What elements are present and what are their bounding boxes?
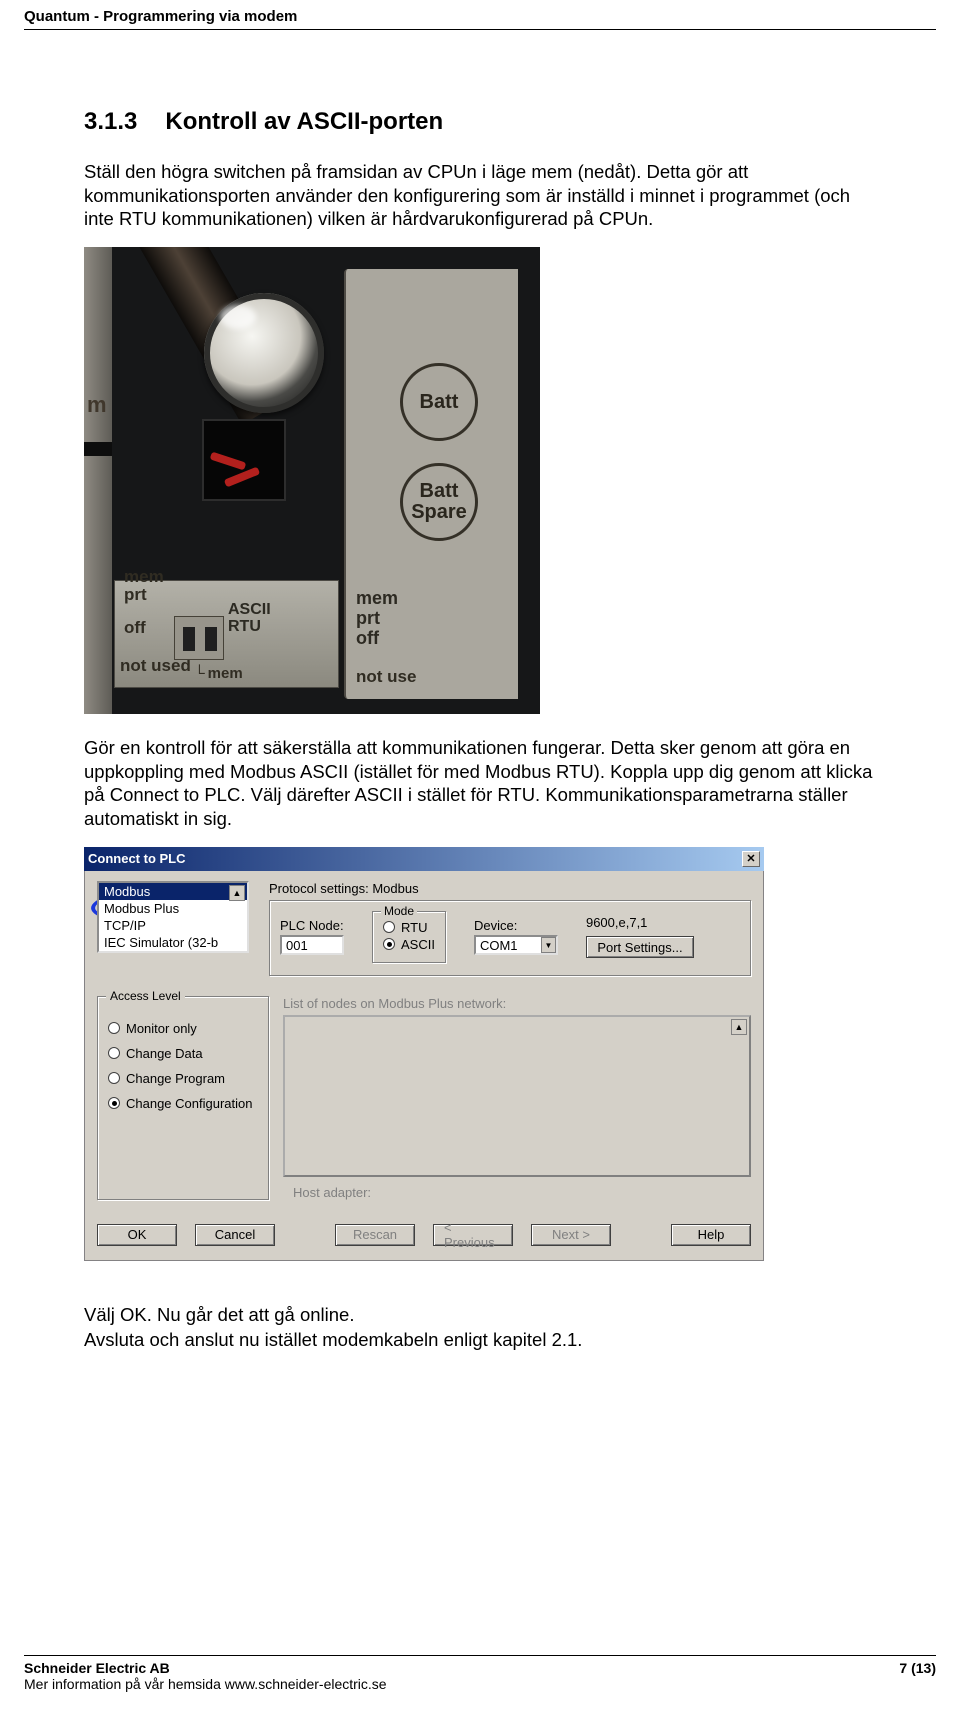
radio-icon — [108, 1097, 120, 1109]
label-mem-prt: mem prt — [124, 568, 164, 604]
paragraph-3a: Välj OK. Nu går det att gå online. — [84, 1303, 876, 1327]
label-rtu: RTU — [228, 618, 261, 635]
page-footer: Schneider Electric AB Mer information på… — [24, 1655, 936, 1692]
rescan-button[interactable]: Rescan — [335, 1224, 415, 1246]
batt2-line2: Spare — [411, 501, 467, 523]
protocol-option-modbus-plus[interactable]: Modbus Plus — [99, 900, 247, 917]
chevron-down-icon: ▼ — [541, 937, 556, 953]
nodes-list-label: List of nodes on Modbus Plus network: — [283, 996, 751, 1011]
radio-icon — [108, 1047, 120, 1059]
mode-rtu-label: RTU — [401, 920, 427, 935]
label-off: off — [124, 618, 146, 638]
device-combo[interactable]: COM1 ▼ — [474, 935, 558, 955]
access-monitor-label: Monitor only — [126, 1021, 197, 1036]
next-button[interactable]: Next > — [531, 1224, 611, 1246]
access-level-legend: Access Level — [106, 989, 185, 1003]
batt-label-circle: Batt — [400, 363, 478, 441]
paragraph-1: Ställ den högra switchen på framsidan av… — [84, 160, 876, 231]
dialog-body: ▲ Modbus Modbus Plus TCP/IP IEC Simulato… — [84, 871, 764, 1261]
photo-edge-gap — [84, 442, 112, 456]
photo-edge-letter: m — [87, 392, 107, 418]
memprt-2: prt — [124, 585, 147, 604]
right-panel: Batt BattSpare mem prt off not use — [344, 269, 518, 699]
ok-button[interactable]: OK — [97, 1224, 177, 1246]
hardware-photo: m Batt BattSpare mem prt off not use mem… — [84, 247, 540, 714]
ascii-rtu-labels: ASCII RTU — [228, 601, 271, 636]
access-change-data-radio[interactable]: Change Data — [108, 1046, 258, 1061]
host-adapter-label: Host adapter: — [293, 1185, 751, 1200]
protocol-listbox[interactable]: ▲ Modbus Modbus Plus TCP/IP IEC Simulato… — [97, 881, 249, 953]
gauge-reflection — [220, 305, 256, 329]
protocol-settings-group: PLC Node: 001 Mode RTU ASCII Device: — [269, 900, 751, 976]
right-label-off: off — [356, 628, 379, 648]
baud-text: 9600,e,7,1 — [586, 915, 647, 930]
radio-icon — [383, 938, 395, 950]
mode-ascii-radio[interactable]: ASCII — [383, 937, 435, 952]
mode-group: Mode RTU ASCII — [372, 911, 446, 963]
memprt-1: mem — [124, 567, 164, 586]
access-level-group: Access Level Monitor only Change Data Ch… — [97, 996, 269, 1200]
protocol-option-tcpip[interactable]: TCP/IP — [99, 917, 247, 934]
footer-more-info: Mer information på vår hemsida www.schne… — [24, 1676, 387, 1692]
section-heading: 3.1.3 Kontroll av ASCII-porten — [84, 108, 876, 136]
scroll-up-icon[interactable]: ▲ — [731, 1019, 747, 1035]
right-not-use-label: not use — [356, 667, 416, 687]
right-label-prt: prt — [356, 608, 380, 628]
access-chg-prog-label: Change Program — [126, 1071, 225, 1086]
section-title: Kontroll av ASCII-porten — [165, 108, 443, 136]
right-switch-labels: mem prt off — [356, 589, 398, 648]
dialog-button-row: OK Cancel Rescan < Previous Next > Help — [97, 1224, 751, 1246]
section-number: 3.1.3 — [84, 108, 137, 136]
page-header-title: Quantum - Programmering via modem — [0, 0, 960, 29]
radio-icon — [383, 921, 395, 933]
previous-button[interactable]: < Previous — [433, 1224, 513, 1246]
dialog-titlebar: Connect to PLC ✕ — [84, 847, 764, 871]
help-button[interactable]: Help — [671, 1224, 751, 1246]
radio-icon — [108, 1072, 120, 1084]
paragraph-2: Gör en kontroll för att säkerställa att … — [84, 736, 876, 831]
connect-dialog: Connect to PLC ✕ ▲ Modbus Modbus Plus TC… — [84, 847, 764, 1261]
cancel-button[interactable]: Cancel — [195, 1224, 275, 1246]
plc-node-label: PLC Node: — [280, 918, 344, 933]
protocol-option-modbus[interactable]: Modbus — [99, 883, 247, 900]
access-change-program-radio[interactable]: Change Program — [108, 1071, 258, 1086]
right-label-mem: mem — [356, 588, 398, 608]
device-value: COM1 — [480, 938, 518, 953]
access-monitor-radio[interactable]: Monitor only — [108, 1021, 258, 1036]
protocol-option-iec[interactable]: IEC Simulator (32-b — [99, 934, 247, 951]
dip-slot — [183, 627, 195, 651]
footer-divider — [24, 1655, 936, 1656]
label-ascii: ASCII — [228, 601, 271, 618]
access-change-config-radio[interactable]: Change Configuration — [108, 1096, 258, 1111]
page-content: 3.1.3 Kontroll av ASCII-porten Ställ den… — [0, 30, 960, 1352]
batt-spare-label-circle: BattSpare — [400, 463, 478, 541]
device-label: Device: — [474, 918, 558, 933]
plc-node-input[interactable]: 001 — [280, 935, 344, 955]
access-chg-conf-label: Change Configuration — [126, 1096, 252, 1111]
mode-rtu-radio[interactable]: RTU — [383, 920, 435, 935]
radio-icon — [108, 1022, 120, 1034]
scroll-up-icon[interactable]: ▲ — [229, 885, 245, 901]
protocol-settings-label: Protocol settings: Modbus — [269, 881, 751, 896]
dip-switch-block — [174, 616, 224, 660]
dialog-title: Connect to PLC — [88, 851, 186, 866]
mem-small-label: └mem — [194, 665, 243, 682]
dip-slot — [205, 627, 217, 651]
port-settings-button[interactable]: Port Settings... — [586, 936, 694, 958]
paragraph-3b: Avsluta och anslut nu istället modemkabe… — [84, 1328, 876, 1352]
batt2-line1: Batt — [420, 480, 459, 502]
nodes-listbox[interactable]: ▲ — [283, 1015, 751, 1177]
photo-chassis-edge — [84, 247, 112, 714]
access-chg-data-label: Change Data — [126, 1046, 203, 1061]
mode-legend: Mode — [381, 904, 417, 918]
close-icon[interactable]: ✕ — [742, 851, 760, 867]
mem-small-text: mem — [208, 665, 243, 682]
mode-ascii-label: ASCII — [401, 937, 435, 952]
footer-company: Schneider Electric AB — [24, 1660, 387, 1676]
footer-page-number: 7 (13) — [899, 1660, 936, 1692]
